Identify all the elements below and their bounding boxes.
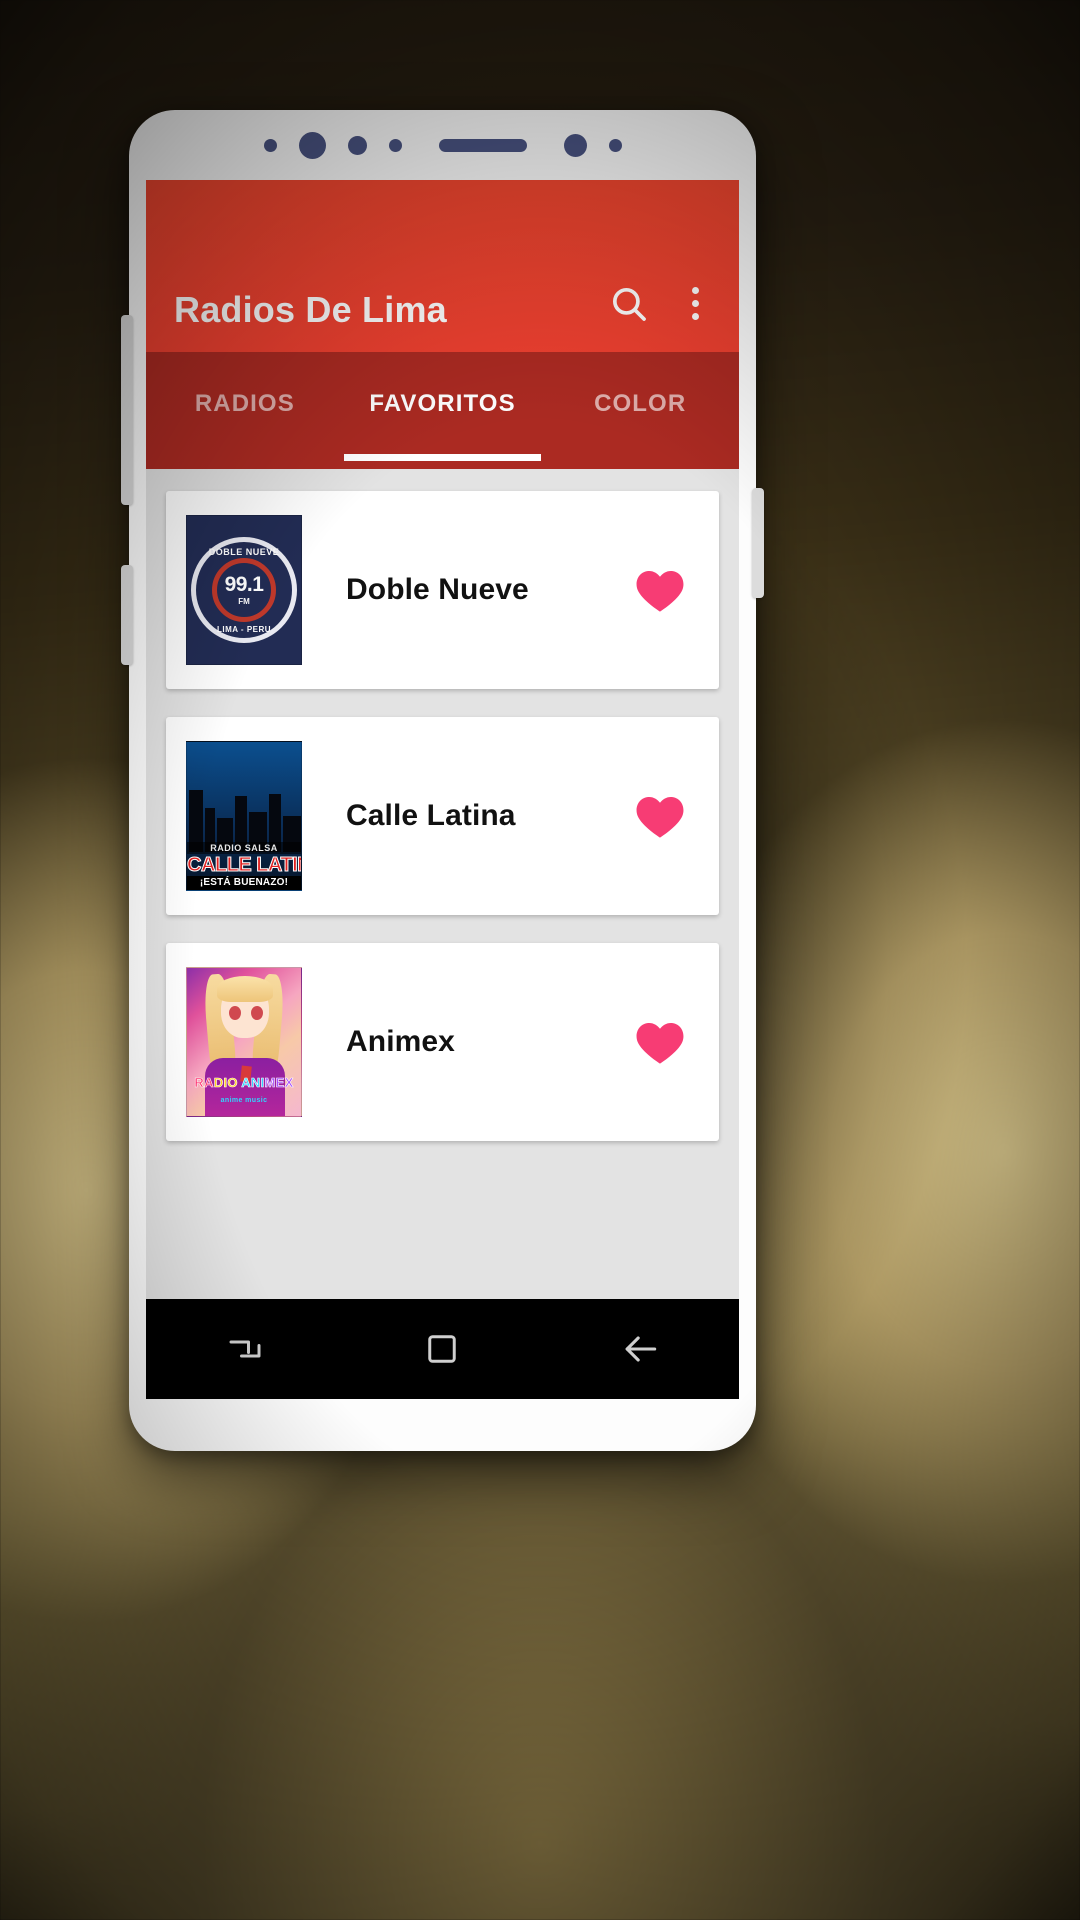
volume-up-button[interactable] <box>121 315 133 505</box>
recents-button[interactable] <box>185 1299 305 1399</box>
station-logo-calle-latina: RADIO SALSA CALLE LATINA ¡ESTÁ BUENAZO! <box>186 741 302 891</box>
tab-favoritos[interactable]: FAVORITOS <box>344 352 542 469</box>
overflow-menu-icon[interactable] <box>680 281 711 326</box>
logo-band-text: FM <box>238 597 250 606</box>
list-item[interactable]: DOBLE NUEVE 99.1 FM LIMA - PERU Doble Nu… <box>166 491 719 689</box>
sensor-dot-icon <box>347 135 367 155</box>
logo-line-2: CALLE LATINA <box>187 854 301 877</box>
list-item[interactable]: RADIO SALSA CALLE LATINA ¡ESTÁ BUENAZO! … <box>166 717 719 915</box>
station-name: Animex <box>346 1025 455 1058</box>
power-button[interactable] <box>752 488 764 598</box>
front-camera-icon <box>298 131 326 159</box>
logo-arc-bottom-text: LIMA - PERU <box>216 625 272 634</box>
home-button[interactable] <box>382 1299 502 1399</box>
tab-active-indicator <box>343 454 542 461</box>
search-icon[interactable] <box>608 283 650 325</box>
list-item[interactable]: RADIO ANIMEX anime music Animex <box>166 943 719 1141</box>
station-name: Doble Nueve <box>346 573 529 606</box>
tab-radios[interactable]: RADIOS <box>146 352 344 469</box>
sensor-dot-icon <box>263 138 277 152</box>
logo-line-2: anime music <box>220 1097 268 1104</box>
station-logo-doble-nueve: DOBLE NUEVE 99.1 FM LIMA - PERU <box>186 515 302 665</box>
logo-line-1: RADIO ANIMEX <box>194 1075 294 1091</box>
favorite-heart-icon[interactable] <box>625 1018 695 1066</box>
phone-screen: Radios De Lima RADIOS FAVORITOS COLOR DO… <box>146 180 739 1399</box>
favorite-heart-icon[interactable] <box>625 792 695 840</box>
station-list: DOBLE NUEVE 99.1 FM LIMA - PERU Doble Nu… <box>146 469 739 1399</box>
sensor-dot-icon <box>608 138 622 152</box>
sensor-dot-icon <box>388 138 402 152</box>
station-logo-animex: RADIO ANIMEX anime music <box>186 967 302 1117</box>
tab-color[interactable]: COLOR <box>541 352 739 469</box>
android-navigation-bar <box>146 1299 739 1399</box>
app-bar-actions <box>608 281 711 328</box>
logo-frequency-text: 99.1 <box>224 573 264 596</box>
tab-bar: RADIOS FAVORITOS COLOR <box>146 352 739 469</box>
phone-device-frame: Radios De Lima RADIOS FAVORITOS COLOR DO… <box>121 110 764 1451</box>
logo-arc-top-text: DOBLE NUEVE <box>208 547 280 557</box>
phone-sensor-strip <box>129 110 756 180</box>
favorite-heart-icon[interactable] <box>625 566 695 614</box>
page-title: Radios De Lima <box>174 289 447 330</box>
earpiece-speaker-icon <box>438 138 527 152</box>
volume-down-button[interactable] <box>121 565 133 665</box>
app-bar: Radios De Lima <box>146 180 739 352</box>
logo-line-3: ¡ESTÁ BUENAZO! <box>187 876 301 890</box>
back-button[interactable] <box>580 1299 700 1399</box>
logo-line-1: RADIO SALSA <box>187 842 301 854</box>
sensor-dot-icon <box>563 133 587 157</box>
station-name: Calle Latina <box>346 799 516 832</box>
